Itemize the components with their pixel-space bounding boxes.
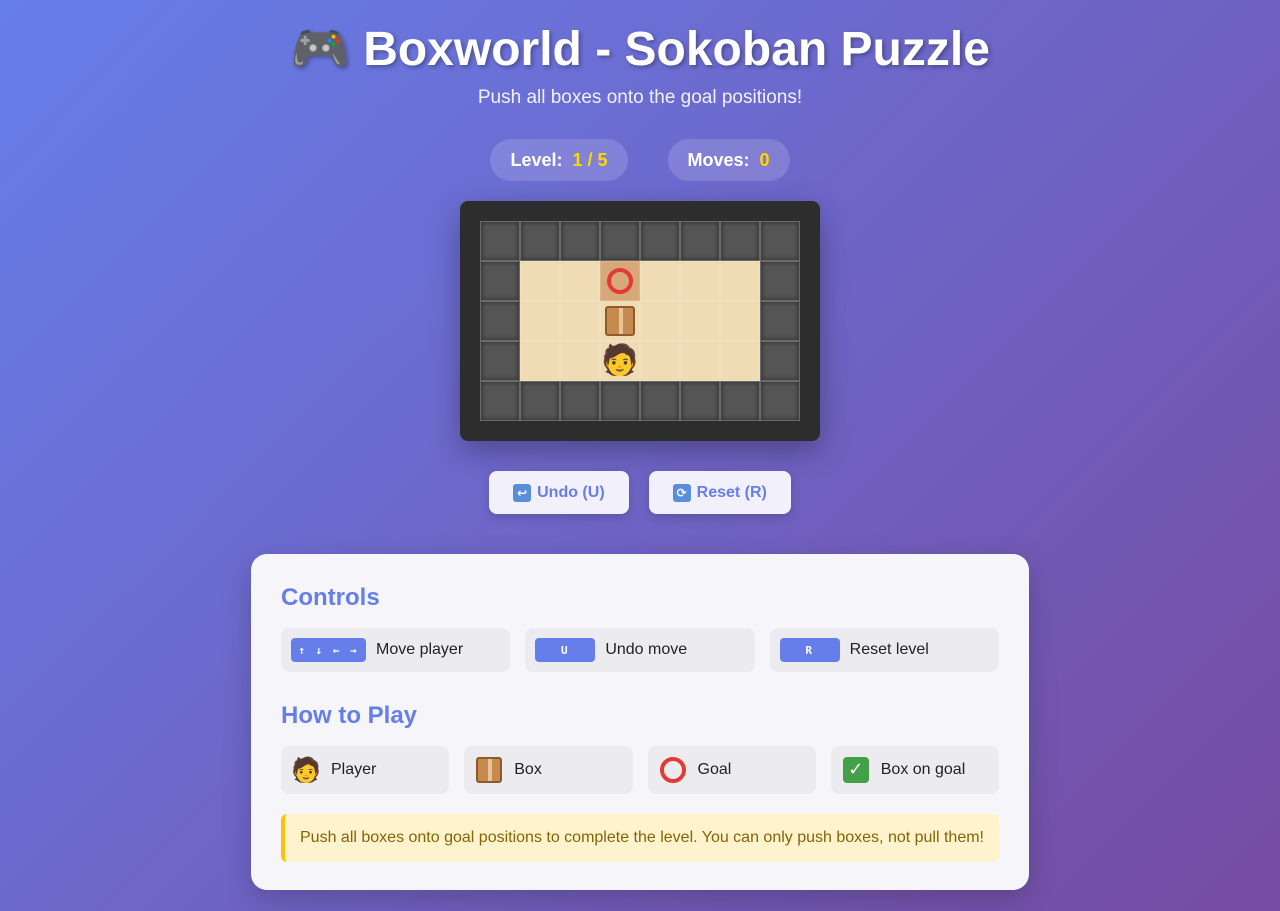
floor-tile bbox=[720, 261, 760, 301]
wall-tile bbox=[560, 221, 600, 261]
player-icon: 🧑 bbox=[291, 756, 321, 784]
box-icon bbox=[474, 755, 504, 785]
floor-tile bbox=[560, 341, 600, 381]
reset-label: Reset (R) bbox=[696, 483, 767, 501]
undo-label: Undo (U) bbox=[537, 483, 605, 501]
floor-tile bbox=[520, 301, 560, 341]
legend-list: 🧑 Player Box Goal ✓ Box on goal bbox=[281, 746, 999, 794]
wall-tile bbox=[760, 341, 800, 381]
legend-item-box: Box bbox=[464, 746, 633, 794]
legend-label: Box bbox=[514, 761, 542, 778]
page-subtitle: Push all boxes onto the goal positions! bbox=[477, 87, 803, 108]
floor-tile bbox=[680, 261, 720, 301]
wall-tile bbox=[760, 301, 800, 341]
undo-arrow-icon: ↩ bbox=[513, 483, 532, 502]
wall-tile bbox=[720, 381, 760, 421]
game-controller-icon: 🎮 bbox=[290, 21, 350, 77]
floor-tile bbox=[560, 301, 600, 341]
level-value: 1 / 5 bbox=[572, 149, 608, 170]
action-buttons: ↩ Undo (U) ⟳ Reset (R) bbox=[0, 471, 1280, 514]
floor-tile bbox=[640, 261, 680, 301]
legend-label: Player bbox=[331, 761, 377, 778]
level-label: Level: bbox=[510, 149, 563, 170]
wall-tile bbox=[760, 261, 800, 301]
wall-tile bbox=[640, 221, 680, 261]
moves-stat: Moves: 0 bbox=[667, 139, 790, 181]
goal-icon bbox=[607, 268, 633, 294]
wall-tile bbox=[520, 381, 560, 421]
box-icon bbox=[605, 306, 635, 336]
floor-tile bbox=[680, 301, 720, 341]
arrow-keys-badge: ↑ ↓ ← → bbox=[291, 638, 366, 662]
wall-tile bbox=[520, 221, 560, 261]
floor-tile bbox=[640, 301, 680, 341]
wall-tile bbox=[480, 341, 520, 381]
reset-cycle-icon: ⟳ bbox=[672, 483, 691, 502]
floor-tile bbox=[640, 341, 680, 381]
control-label: Undo move bbox=[605, 641, 688, 658]
control-item-undo: U Undo move bbox=[525, 628, 755, 672]
player-icon: 🧑 bbox=[601, 343, 639, 378]
title-text: Boxworld - Sokoban Puzzle bbox=[363, 23, 990, 76]
control-item-reset: R Reset level bbox=[769, 628, 999, 672]
wall-tile bbox=[680, 221, 720, 261]
controls-list: ↑ ↓ ← → Move player U Undo move R Reset … bbox=[281, 628, 999, 672]
legend-item-player: 🧑 Player bbox=[281, 746, 450, 794]
howto-heading: How to Play bbox=[281, 702, 418, 729]
wall-tile bbox=[760, 381, 800, 421]
floor-tile bbox=[520, 341, 560, 381]
legend-label: Box on goal bbox=[880, 761, 966, 778]
r-key-badge: R bbox=[779, 638, 840, 662]
wall-tile bbox=[480, 381, 520, 421]
board-grid: 🧑 bbox=[480, 221, 800, 421]
player-tile: 🧑 bbox=[600, 341, 640, 381]
reset-button[interactable]: ⟳ Reset (R) bbox=[648, 471, 791, 514]
wall-tile bbox=[480, 301, 520, 341]
wall-tile bbox=[680, 381, 720, 421]
level-stat: Level: 1 / 5 bbox=[490, 139, 628, 181]
goal-icon bbox=[658, 755, 688, 785]
wall-tile bbox=[640, 381, 680, 421]
legend-item-goal: Goal bbox=[647, 746, 816, 794]
goal-tile bbox=[600, 261, 640, 301]
floor-tile bbox=[720, 341, 760, 381]
wall-tile bbox=[560, 381, 600, 421]
floor-tile bbox=[560, 261, 600, 301]
moves-label: Moves: bbox=[687, 149, 750, 170]
controls-heading: Controls bbox=[281, 584, 380, 611]
game-board[interactable]: 🧑 bbox=[460, 201, 820, 441]
wall-tile bbox=[720, 221, 760, 261]
floor-tile bbox=[520, 261, 560, 301]
control-item-move: ↑ ↓ ← → Move player bbox=[281, 628, 511, 672]
tip-banner: Push all boxes onto goal positions to co… bbox=[281, 814, 999, 862]
page-title: 🎮 Boxworld - Sokoban Puzzle bbox=[0, 20, 1280, 79]
info-panel: Controls ↑ ↓ ← → Move player U Undo move… bbox=[251, 554, 1029, 890]
floor-tile bbox=[720, 301, 760, 341]
stats-bar: Level: 1 / 5 Moves: 0 bbox=[0, 139, 1280, 181]
wall-tile bbox=[600, 221, 640, 261]
control-label: Reset level bbox=[849, 641, 929, 658]
legend-item-box-on-goal: ✓ Box on goal bbox=[830, 746, 999, 794]
wall-tile bbox=[600, 381, 640, 421]
box-on-goal-icon: ✓ bbox=[841, 755, 871, 785]
wall-tile bbox=[760, 221, 800, 261]
wall-tile bbox=[480, 221, 520, 261]
legend-label: Goal bbox=[697, 761, 732, 778]
moves-value: 0 bbox=[759, 149, 770, 170]
undo-button[interactable]: ↩ Undo (U) bbox=[489, 471, 629, 514]
control-label: Move player bbox=[376, 641, 464, 658]
box-tile bbox=[600, 301, 640, 341]
u-key-badge: U bbox=[535, 638, 596, 662]
wall-tile bbox=[480, 261, 520, 301]
floor-tile bbox=[680, 341, 720, 381]
